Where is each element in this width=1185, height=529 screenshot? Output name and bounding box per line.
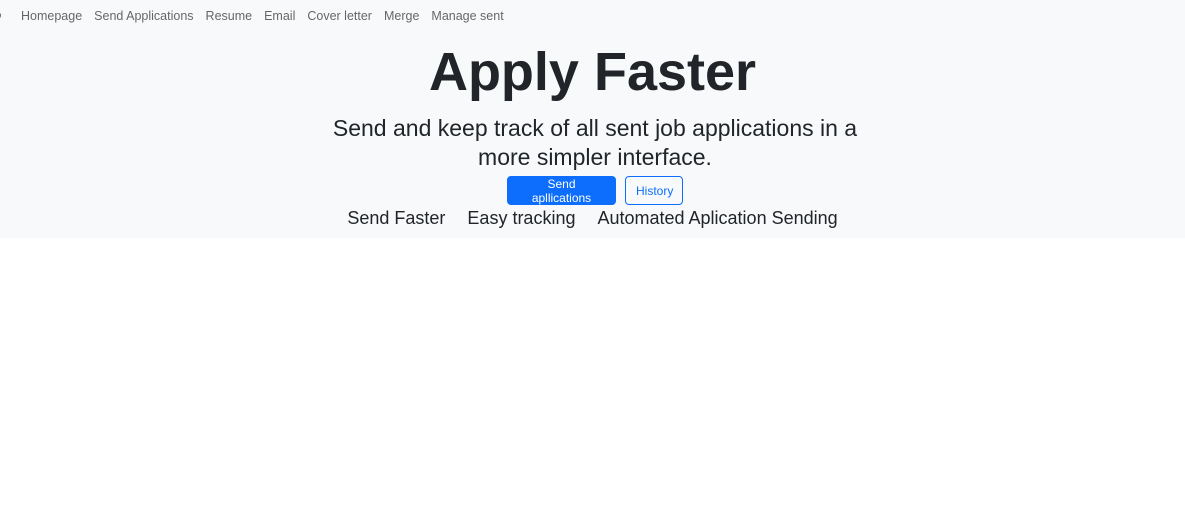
history-button[interactable]: History [625,176,683,205]
nav-link-merge[interactable]: Merge [378,9,425,23]
hero-button-group: Send apllications History [507,176,683,205]
hero-title: Apply Faster [428,42,757,102]
nav-link-resume[interactable]: Resume [200,9,259,23]
feature-easy-tracking: Easy tracking [467,208,576,228]
nav-link-send-applications[interactable]: Send Applications [88,9,199,23]
hero-subtitle: Send and keep track of all sent job appl… [332,115,858,170]
nav-list: Homepage Send Applications Resume Email … [15,7,510,25]
hero-section: o Homepage Send Applications Resume Emai… [0,0,1185,238]
feature-automated-sending: Automated Aplication Sending [597,208,838,228]
navbar-brand[interactable]: o [0,7,1,23]
nav-link-manage-sent[interactable]: Manage sent [425,9,509,23]
nav-link-cover-letter[interactable]: Cover letter [301,9,378,23]
feature-list: Send Faster Easy tracking Automated Apli… [0,206,1185,230]
nav-link-email[interactable]: Email [258,9,301,23]
navbar: o Homepage Send Applications Resume Emai… [0,0,1185,30]
feature-send-faster: Send Faster [347,208,446,228]
send-applications-button[interactable]: Send apllications [507,176,616,205]
nav-link-homepage[interactable]: Homepage [15,9,88,23]
